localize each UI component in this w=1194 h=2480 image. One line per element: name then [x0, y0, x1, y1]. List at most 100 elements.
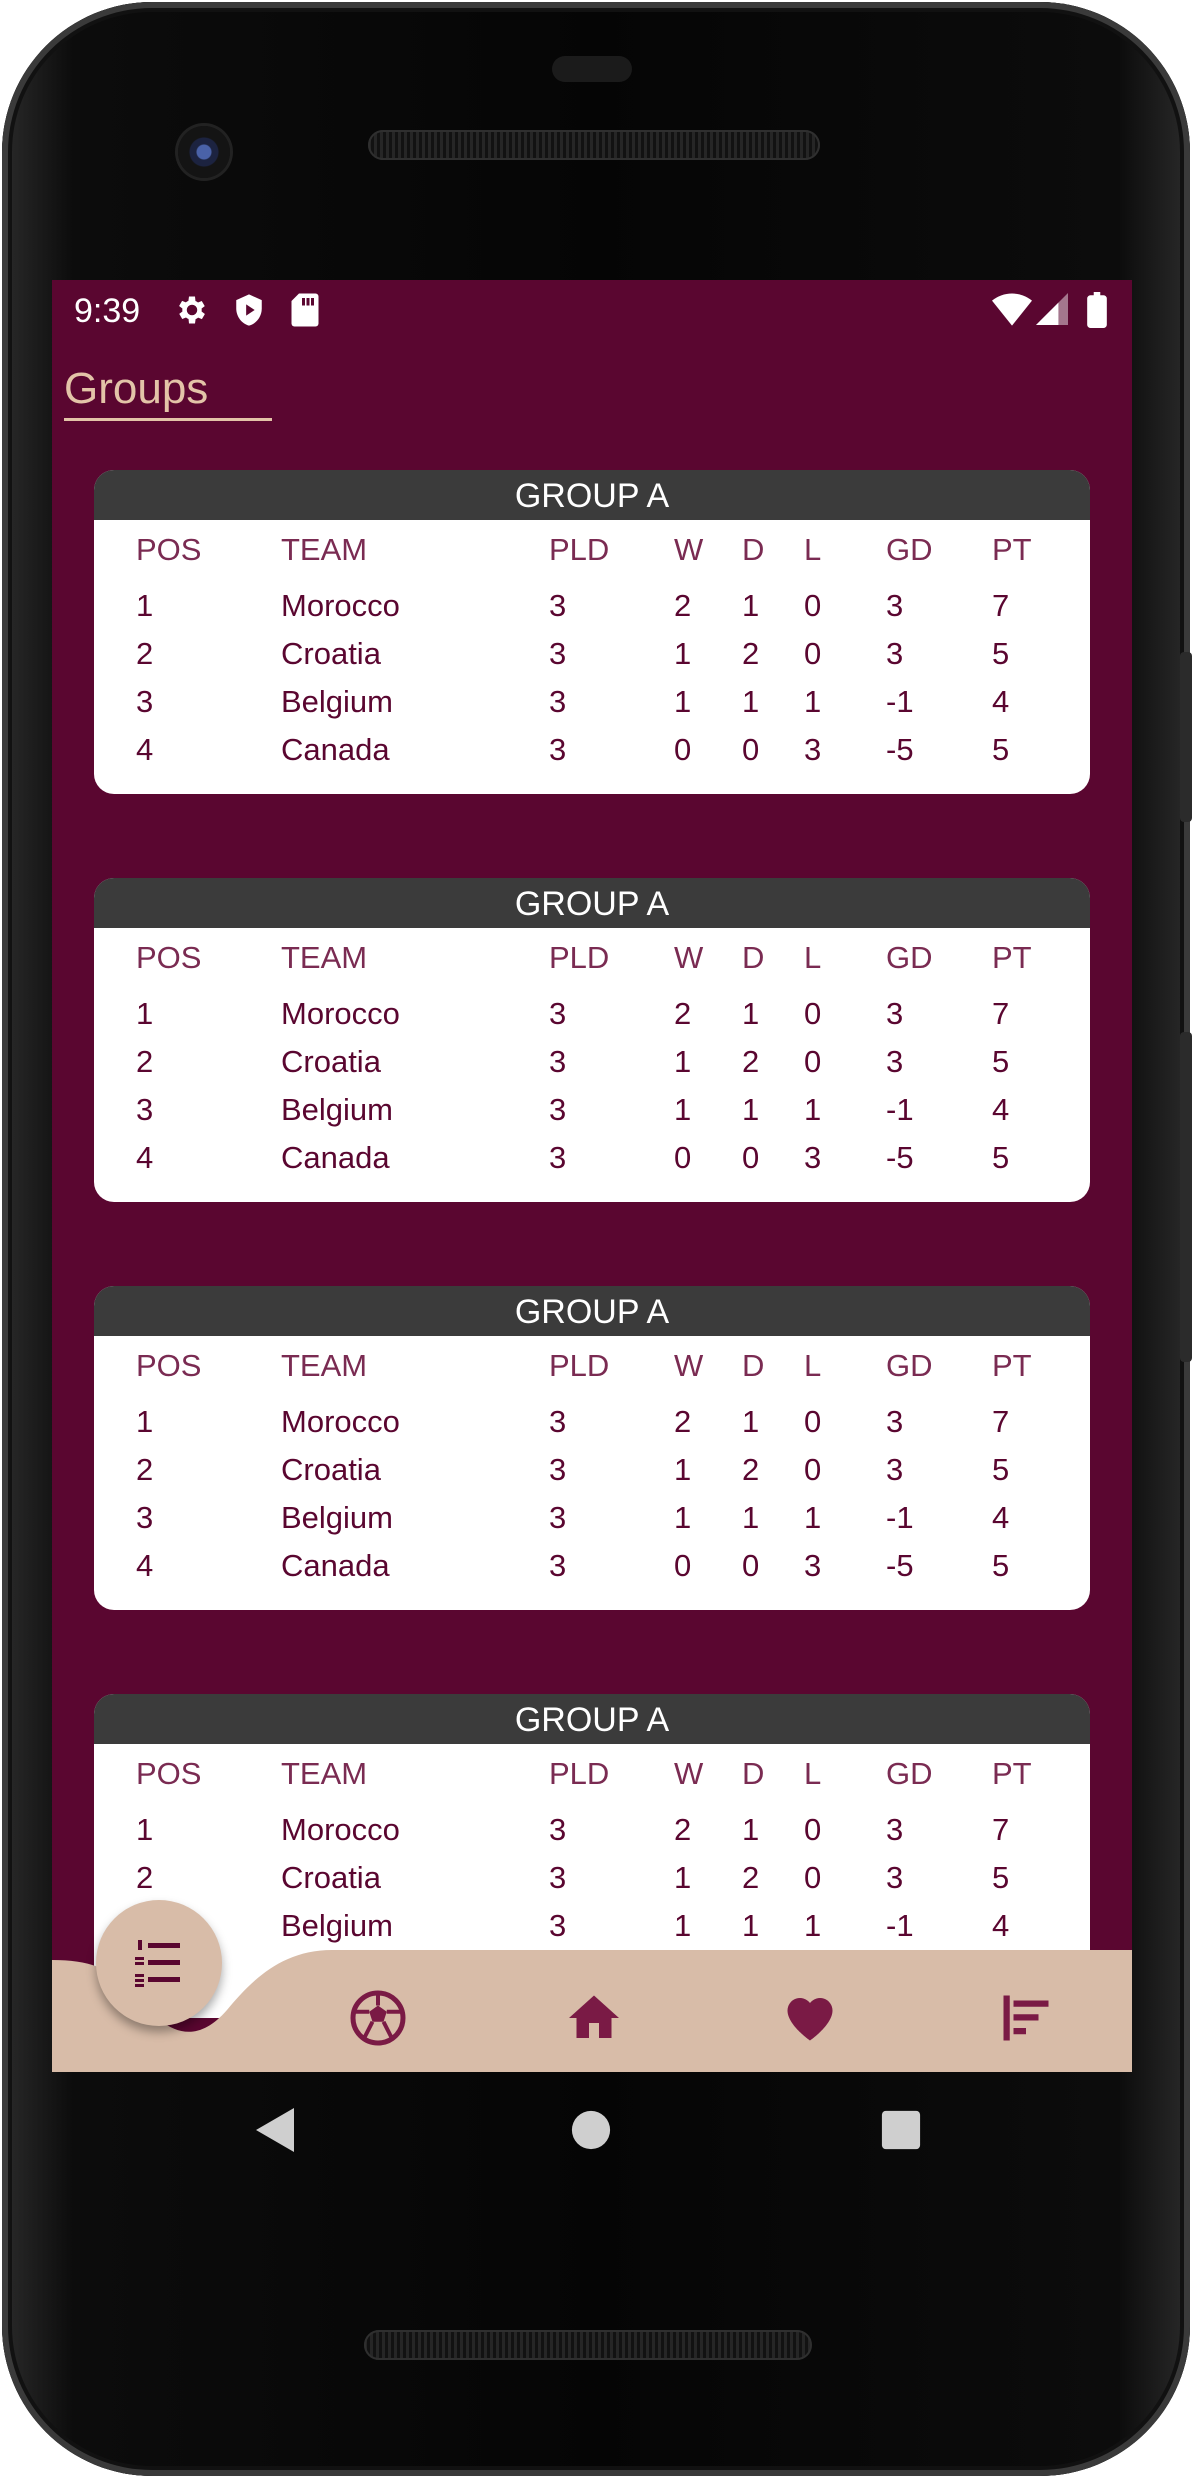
cell-gd: 3	[886, 996, 904, 1031]
group-card[interactable]: GROUP A POS TEAM PLD W D L GD PT 1 Morocco 3 2 1 0 3 7 2 C…	[94, 1286, 1090, 1610]
cell-team: Croatia	[281, 636, 381, 671]
front-camera	[178, 126, 230, 178]
column-header-w: W	[674, 1348, 704, 1383]
column-header-d: D	[742, 1348, 765, 1383]
cell-pos: 3	[136, 684, 154, 719]
home-circle-icon[interactable]	[570, 2106, 612, 2154]
cell-team: Croatia	[281, 1044, 381, 1079]
cell-pld: 3	[549, 1500, 567, 1535]
table-row[interactable]: 3Belgium3111-14	[94, 678, 1090, 726]
cell-gd: -5	[886, 732, 914, 767]
cell-w: 1	[674, 1092, 692, 1127]
cell-pos: 3	[136, 1092, 154, 1127]
cell-pt: 5	[992, 1140, 1010, 1175]
cell-w: 1	[674, 1500, 692, 1535]
cell-pld: 3	[549, 732, 567, 767]
cell-pld: 3	[549, 1092, 567, 1127]
column-header-pld: PLD	[549, 940, 610, 975]
cell-gd: 3	[886, 1404, 904, 1439]
cell-team: Morocco	[281, 588, 400, 623]
column-header-pld: PLD	[549, 1348, 610, 1383]
cell-d: 1	[742, 996, 760, 1031]
table-row[interactable]: 2 Croatia 3 1 2 0 3 5	[94, 1854, 1090, 1902]
cell-team: Croatia	[281, 1860, 381, 1895]
table-row[interactable]: 2 Croatia 3 1 2 0 3 5	[94, 1446, 1090, 1494]
cell-d: 1	[742, 1092, 760, 1127]
cell-l: 3	[804, 1548, 822, 1583]
column-header-gd: GD	[886, 940, 933, 975]
cell-team: Belgium	[281, 684, 393, 719]
cell-pt: 5	[992, 1860, 1010, 1895]
home-icon[interactable]	[564, 1988, 624, 2048]
back-icon[interactable]	[254, 2106, 298, 2154]
table-row[interactable]: 3Belgium3111-14	[94, 1086, 1090, 1134]
cell-w: 1	[674, 1044, 692, 1079]
recents-square-icon[interactable]	[880, 2106, 922, 2154]
cell-team: Morocco	[281, 996, 400, 1031]
cell-team: Belgium	[281, 1500, 393, 1535]
table-row[interactable]: 2 Croatia 3 1 2 0 3 5	[94, 630, 1090, 678]
cell-gd: 3	[886, 1044, 904, 1079]
cell-pos: 2	[136, 636, 154, 671]
column-header-w: W	[674, 940, 704, 975]
soccer-ball-icon[interactable]	[348, 1988, 408, 2048]
cell-pos: 4	[136, 732, 154, 767]
cell-l: 0	[804, 1452, 822, 1487]
table-row[interactable]: 1 Morocco 3 2 1 0 3 7	[94, 990, 1090, 1038]
app-screen: 9:39 Groups GROUP A POS TEAM PLD W D L GD PT 1 Mor…	[52, 280, 1132, 2072]
cell-pt: 7	[992, 1812, 1010, 1847]
table-row[interactable]: 1 Morocco 3 2 1 0 3 7	[94, 1398, 1090, 1446]
cell-pt: 5	[992, 1044, 1010, 1079]
table-row[interactable]: 4 Canada 3 0 0 3 -5 5	[94, 1542, 1090, 1590]
cell-team: Belgium	[281, 1092, 393, 1127]
cell-d: 2	[742, 636, 760, 671]
cell-gd: 3	[886, 588, 904, 623]
column-header-pt: PT	[992, 940, 1032, 975]
cell-pt: 5	[992, 636, 1010, 671]
wifi-icon	[992, 293, 1032, 326]
cell-pld: 3	[549, 636, 567, 671]
cell-pt: 4	[992, 1092, 1010, 1127]
group-card[interactable]: GROUP A POS TEAM PLD W D L GD PT 1 Morocco 3 2 1 0 3 7 2 C…	[94, 878, 1090, 1202]
groups-fab-button[interactable]	[96, 1900, 222, 2026]
group-card[interactable]: GROUP A POS TEAM PLD W D L GD PT 1 Morocco 3 2 1 0 3 7 2 C…	[94, 470, 1090, 794]
column-header-gd: GD	[886, 1348, 933, 1383]
cell-pos: 1	[136, 1404, 154, 1439]
cell-w: 2	[674, 1404, 692, 1439]
cell-pos: 4	[136, 1140, 154, 1175]
cell-d: 0	[742, 1548, 760, 1583]
cell-pos: 2	[136, 1860, 154, 1895]
table-row[interactable]: 1 Morocco 3 2 1 0 3 7	[94, 582, 1090, 630]
cell-pld: 3	[549, 1812, 567, 1847]
cell-d: 2	[742, 1044, 760, 1079]
cell-w: 0	[674, 1140, 692, 1175]
cell-signal-icon	[1036, 293, 1068, 325]
cell-l: 1	[804, 1908, 822, 1943]
cell-pt: 5	[992, 1452, 1010, 1487]
cell-w: 0	[674, 732, 692, 767]
group-cards-list[interactable]: GROUP A POS TEAM PLD W D L GD PT 1 Morocco 3 2 1 0 3 7 2 C…	[94, 470, 1090, 2072]
column-header-pt: PT	[992, 1756, 1032, 1791]
table-row[interactable]: 4 Canada 3 0 0 3 -5 5	[94, 726, 1090, 774]
table-row[interactable]: 4 Canada 3 0 0 3 -5 5	[94, 1134, 1090, 1182]
table-row[interactable]: 1 Morocco 3 2 1 0 3 7	[94, 1806, 1090, 1854]
group-card-title: GROUP A	[94, 1286, 1090, 1336]
table-row[interactable]: 3Belgium3111-14	[94, 1902, 1090, 1950]
cell-d: 2	[742, 1452, 760, 1487]
table-row[interactable]: 3Belgium3111-14	[94, 1494, 1090, 1542]
cell-l: 0	[804, 588, 822, 623]
cell-l: 1	[804, 1500, 822, 1535]
cell-w: 1	[674, 1452, 692, 1487]
column-header-d: D	[742, 1756, 765, 1791]
heart-icon[interactable]	[780, 1988, 840, 2048]
top-speaker	[368, 130, 820, 160]
power-button	[1180, 652, 1192, 822]
table-header-row: POS TEAM PLD W D L GD PT	[94, 526, 1090, 582]
cell-gd: -1	[886, 1092, 914, 1127]
cell-pt: 4	[992, 684, 1010, 719]
cell-l: 3	[804, 1140, 822, 1175]
sort-bars-icon[interactable]	[996, 1988, 1056, 2048]
table-row[interactable]: 2 Croatia 3 1 2 0 3 5	[94, 1038, 1090, 1086]
cell-team: Canada	[281, 1548, 390, 1583]
cell-gd: -5	[886, 1548, 914, 1583]
